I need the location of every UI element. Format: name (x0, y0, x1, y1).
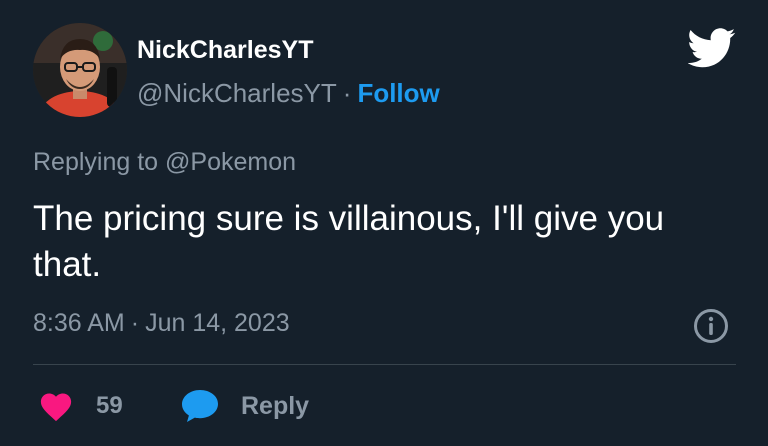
replying-to: Replying to @Pokemon (33, 148, 296, 177)
tweet-date: Jun 14, 2023 (145, 309, 290, 337)
speech-bubble-icon (182, 390, 218, 422)
separator-dot: · (130, 309, 140, 337)
avatar-image (33, 23, 127, 117)
tweet-timestamp[interactable]: 8:36 AM · Jun 14, 2023 (33, 309, 290, 338)
replying-to-mention[interactable]: @Pokemon (165, 148, 296, 176)
heart-icon (40, 393, 72, 422)
author-handle-line: @NickCharlesYT · Follow (137, 78, 440, 109)
like-count: 59 (96, 392, 123, 419)
tweet-card: NickCharlesYT @NickCharlesYT · Follow Repl… (0, 0, 768, 446)
twitter-bird-icon[interactable] (688, 28, 736, 68)
replying-to-prefix: Replying to (33, 148, 159, 176)
like-button[interactable]: 59 (38, 384, 123, 428)
tweet-time: 8:36 AM (33, 309, 125, 337)
follow-button[interactable]: Follow (357, 78, 439, 108)
avatar[interactable] (33, 23, 127, 117)
reply-label: Reply (241, 391, 310, 420)
author-handle[interactable]: @NickCharlesYT (137, 78, 337, 108)
info-icon[interactable] (693, 308, 729, 344)
separator-dot: · (342, 78, 352, 108)
divider (33, 364, 736, 365)
tweet-text: The pricing sure is villainous, I'll giv… (33, 199, 665, 284)
reply-button[interactable]: Reply (181, 384, 309, 428)
author-display-name[interactable]: NickCharlesYT (137, 36, 313, 65)
